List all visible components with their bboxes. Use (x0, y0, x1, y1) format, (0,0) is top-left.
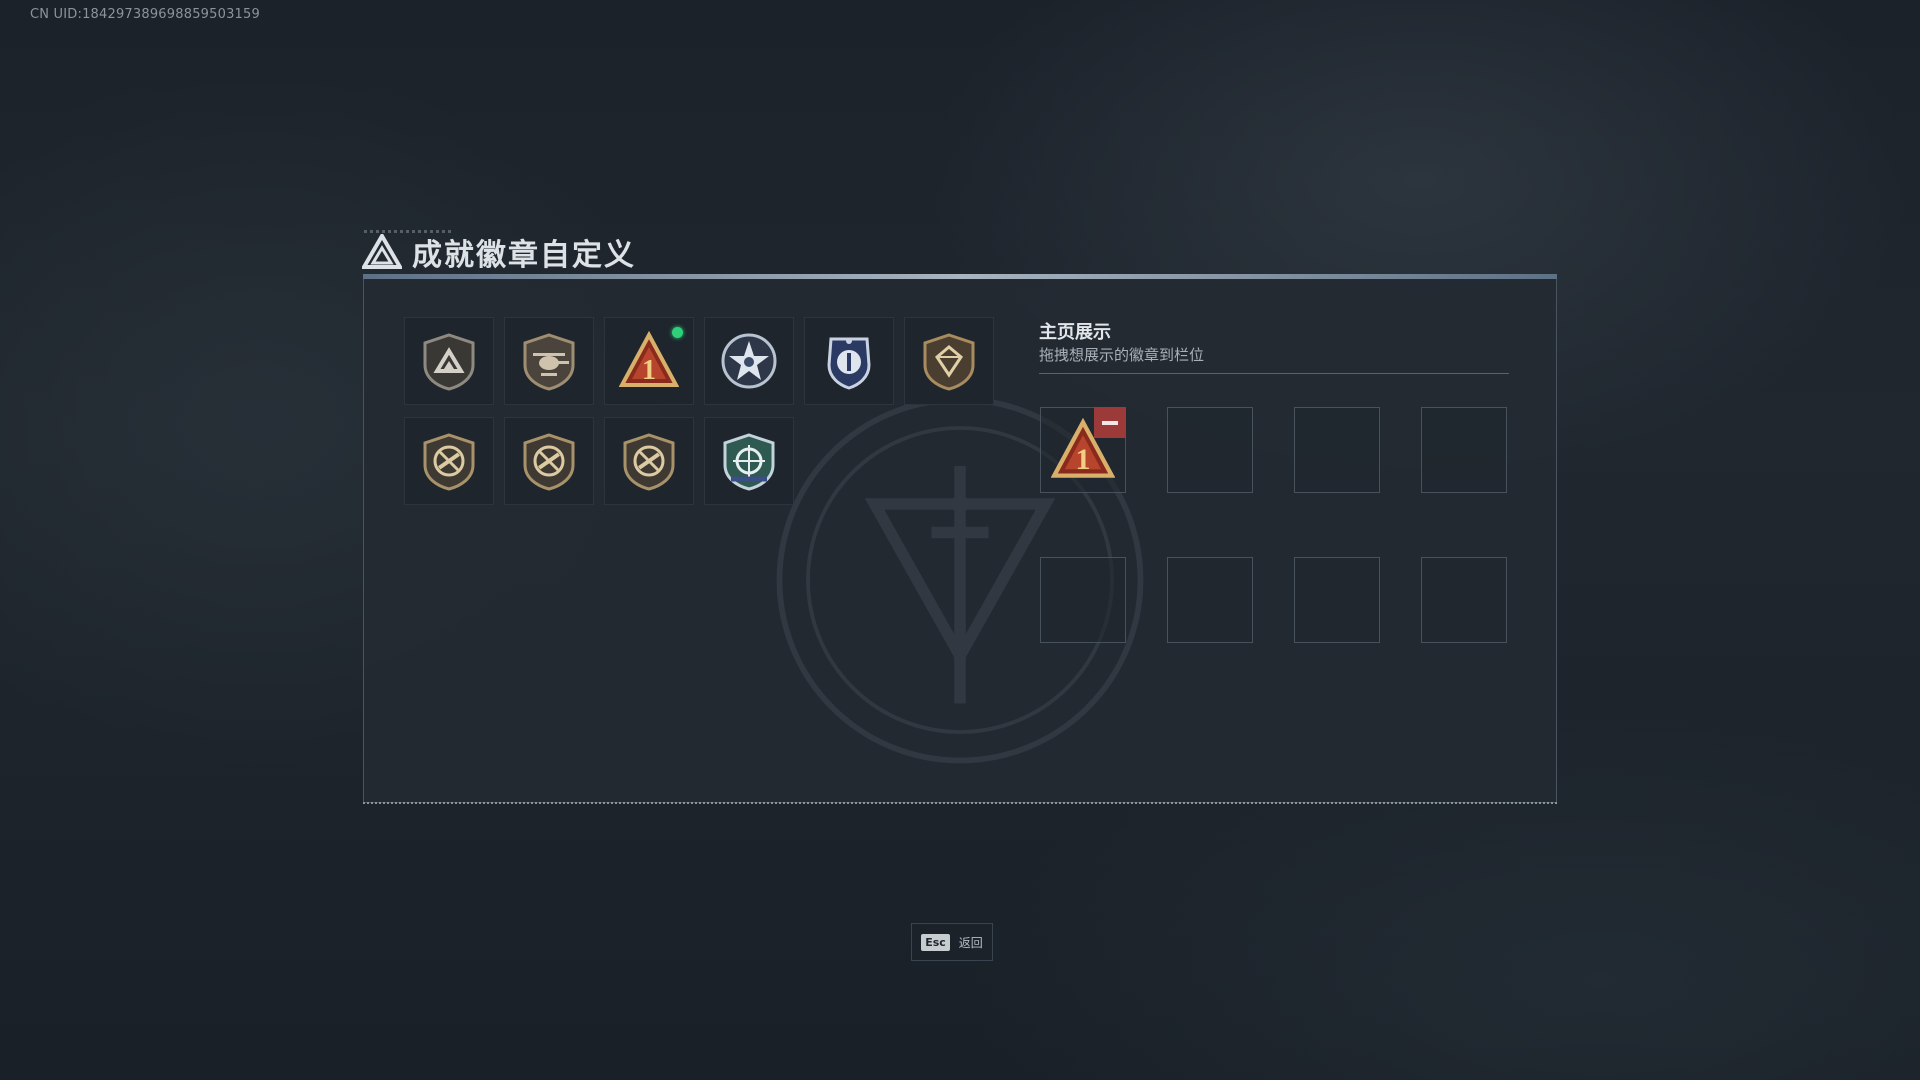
showcase-divider (1039, 373, 1509, 374)
showcase-slot[interactable] (1040, 557, 1126, 643)
badge-cell[interactable] (704, 417, 794, 505)
panel-top-bar (363, 274, 1557, 279)
showcase-subtitle: 拖拽想展示的徽章到栏位 (1039, 346, 1205, 364)
page-header: 成就徽章自定义 (362, 230, 636, 274)
badge-cell[interactable] (404, 317, 494, 405)
badge-cell[interactable] (504, 317, 594, 405)
new-indicator-dot (672, 327, 683, 338)
badge-cell[interactable] (404, 417, 494, 505)
back-button[interactable]: Esc 返回 (911, 923, 993, 961)
no-rifle-badge-icon (523, 433, 575, 491)
triangle-logo-icon (362, 234, 402, 269)
showcase-slot[interactable] (1294, 557, 1380, 643)
badge-cell[interactable] (604, 417, 694, 505)
badge-cell[interactable] (904, 317, 994, 405)
remove-badge-button[interactable] (1094, 407, 1126, 438)
badge-grid: 1 (404, 317, 994, 505)
showcase-slot[interactable]: 1 (1040, 407, 1126, 493)
uid-label: CN UID:18429738969885950315​9 (30, 7, 260, 22)
no-rifle-badge-icon (623, 433, 675, 491)
esc-key-hint: Esc (921, 933, 950, 951)
badge-cell[interactable] (704, 317, 794, 405)
showcase-slot[interactable] (1294, 407, 1380, 493)
showcase-slot[interactable] (1421, 407, 1507, 493)
svg-text:1: 1 (642, 355, 656, 386)
badge-cell[interactable]: 1 (604, 317, 694, 405)
helicopter-badge-icon (523, 333, 575, 391)
no-rifle-badge-icon (423, 433, 475, 491)
back-label: 返回 (958, 935, 983, 950)
showcase-title: 主页展示 (1039, 322, 1111, 343)
rank-one-badge-icon: 1 (619, 331, 679, 387)
showcase-slot[interactable] (1167, 557, 1253, 643)
showcase-slots: 1 (1040, 407, 1507, 643)
showcase-slot[interactable] (1421, 557, 1507, 643)
minus-icon (1102, 420, 1118, 425)
showcase-slot[interactable] (1167, 407, 1253, 493)
badge-cell[interactable] (804, 317, 894, 405)
triangle-shield-badge-icon (423, 333, 475, 391)
crosshair-shield-badge-icon (723, 433, 775, 491)
panel-bottom-border (363, 802, 1557, 804)
page-title: 成就徽章自定义 (412, 238, 636, 273)
svg-text:1: 1 (1076, 443, 1091, 476)
blue-police-badge-icon (827, 337, 871, 390)
diamond-shield-badge-icon (923, 333, 975, 391)
star-seal-badge-icon (721, 333, 777, 389)
badge-cell[interactable] (504, 417, 594, 505)
